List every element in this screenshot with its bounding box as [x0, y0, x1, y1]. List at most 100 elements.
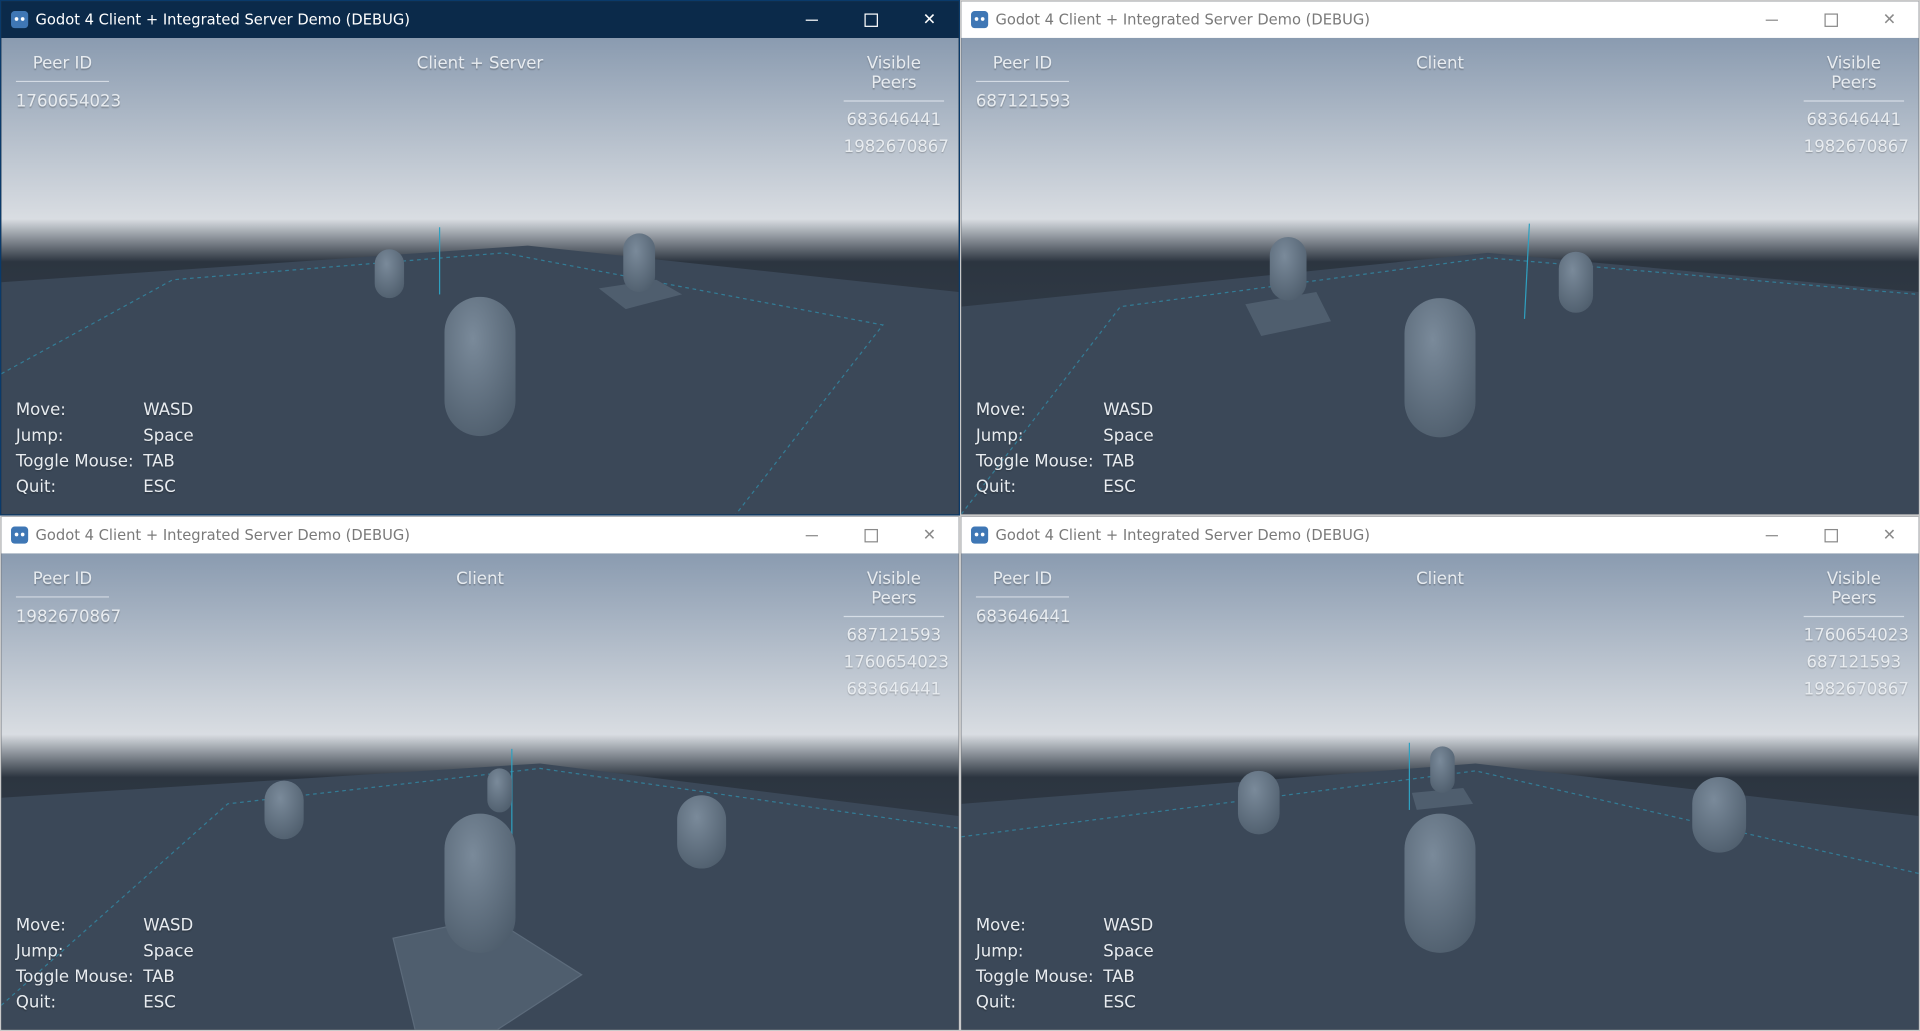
control-key: WASD [143, 399, 194, 420]
control-key: Space [1103, 425, 1154, 446]
control-key: ESC [1103, 992, 1136, 1013]
window-titlebar[interactable]: Godot 4 Client + Integrated Server Demo … [1, 516, 959, 554]
visible-peer-item: 1982670867 [1803, 679, 1909, 700]
control-key: Space [143, 941, 194, 961]
control-key: Space [1103, 941, 1154, 961]
controls-help: Move: WASD Jump: Space Toggle Mouse: TAB Qu… [976, 397, 1154, 500]
control-label: Toggle Mouse: [15, 966, 134, 987]
game-window-1[interactable]: Godot 4 Client + Integrated Server Demo … [0, 0, 960, 516]
control-key: TAB [1103, 451, 1135, 471]
game-viewport[interactable]: Peer ID 683646441 Client Visible Peers 1… [961, 553, 1919, 1030]
visible-peer-item: 1982670867 [1803, 137, 1909, 157]
minimize-button[interactable] [782, 1, 841, 38]
window-titlebar[interactable]: Godot 4 Client + Integrated Server Demo … [961, 1, 1919, 38]
control-label: Move: [15, 399, 66, 420]
control-label: Toggle Mouse: [15, 451, 134, 471]
game-window-3[interactable]: Godot 4 Client + Integrated Server Demo … [0, 515, 960, 1031]
control-key: TAB [143, 966, 175, 987]
visible-peers-panel: Visible Peers 683646441 1982670867 [843, 50, 949, 157]
control-label: Quit: [975, 992, 1017, 1013]
controls-help: Move: WASD Jump: Space Toggle Mouse: TAB Qu… [976, 912, 1154, 1015]
minimize-icon [1765, 18, 1778, 21]
window-titlebar[interactable]: Godot 4 Client + Integrated Server Demo … [961, 516, 1919, 554]
visible-peer-item: 1760654023 [843, 652, 949, 673]
game-window-2[interactable]: Godot 4 Client + Integrated Server Demo … [960, 0, 1920, 516]
minimize-icon [805, 534, 818, 536]
window-title: Godot 4 Client + Integrated Server Demo … [995, 11, 1370, 29]
maximize-icon [863, 12, 878, 27]
godot-icon [971, 11, 989, 29]
game-viewport[interactable]: Peer ID 1982670867 Client Visible Peers … [1, 553, 959, 1030]
visible-peer-item: 687121593 [846, 625, 942, 646]
visible-peer-item: 687121593 [1806, 652, 1902, 673]
minimize-icon [1765, 534, 1778, 536]
minimize-button[interactable] [782, 517, 841, 554]
peer-id-value: 1982670867 [15, 607, 122, 627]
visible-peers-panel: Visible Peers 1760654023 687121593 19826… [1803, 566, 1909, 700]
maximize-button[interactable] [841, 1, 900, 38]
godot-icon [11, 11, 29, 29]
control-label: Jump: [15, 941, 64, 961]
control-label: Jump: [975, 425, 1024, 446]
minimize-icon [805, 18, 818, 21]
mode-label: Client + Server [416, 53, 544, 74]
visible-peer-item: 683646441 [846, 110, 942, 130]
control-label: Move: [15, 915, 66, 935]
game-viewport[interactable]: Peer ID 1760654023 Client + Server Visib… [1, 37, 959, 515]
control-label: Jump: [975, 941, 1024, 961]
close-button[interactable]: ✕ [900, 1, 959, 38]
control-label: Move: [975, 399, 1026, 420]
control-label: Move: [975, 915, 1026, 935]
control-key: ESC [1103, 476, 1136, 497]
control-key: WASD [1103, 399, 1154, 420]
peer-id-value: 687121593 [975, 91, 1071, 112]
maximize-icon [1823, 12, 1838, 27]
controls-help: Move: WASD Jump: Space Toggle Mouse: TAB Qu… [16, 397, 194, 500]
close-button[interactable]: ✕ [1860, 1, 1919, 38]
maximize-icon [1823, 528, 1838, 542]
peer-id-value: 1760654023 [15, 91, 122, 112]
control-key: ESC [143, 476, 176, 497]
close-icon: ✕ [922, 525, 937, 545]
godot-icon [11, 526, 29, 544]
visible-peers-header: Visible Peers [1803, 50, 1905, 102]
game-viewport[interactable]: Peer ID 687121593 Client Visible Peers 6… [961, 37, 1919, 515]
visible-peer-item: 683646441 [1806, 110, 1902, 130]
visible-peer-item: 683646441 [846, 679, 942, 700]
visible-peers-header: Visible Peers [843, 50, 945, 102]
control-label: Toggle Mouse: [975, 966, 1094, 987]
close-button[interactable]: ✕ [900, 517, 959, 554]
peer-id-value: 683646441 [975, 607, 1071, 627]
control-key: WASD [143, 915, 194, 935]
minimize-button[interactable] [1742, 517, 1801, 554]
control-key: Space [143, 425, 194, 446]
control-label: Quit: [15, 992, 57, 1013]
visible-peer-item: 1760654023 [1803, 625, 1909, 646]
game-window-4[interactable]: Godot 4 Client + Integrated Server Demo … [960, 515, 1920, 1031]
maximize-button[interactable] [841, 517, 900, 554]
close-icon: ✕ [922, 10, 937, 29]
visible-peers-panel: Visible Peers 683646441 1982670867 [1803, 50, 1909, 157]
maximize-icon [863, 528, 878, 542]
maximize-button[interactable] [1801, 1, 1860, 38]
mode-label: Client [1416, 569, 1464, 589]
close-icon: ✕ [1882, 10, 1897, 29]
godot-icon [971, 526, 989, 544]
desktop: Godot 4 Client + Integrated Server Demo … [0, 0, 1920, 1031]
window-title: Godot 4 Client + Integrated Server Demo … [35, 11, 410, 29]
control-key: ESC [143, 992, 176, 1013]
control-key: TAB [143, 451, 175, 471]
visible-peers-header: Visible Peers [843, 566, 945, 618]
visible-peers-panel: Visible Peers 687121593 1760654023 68364… [843, 566, 949, 700]
maximize-button[interactable] [1801, 517, 1860, 554]
window-titlebar[interactable]: Godot 4 Client + Integrated Server Demo … [1, 1, 959, 38]
minimize-button[interactable] [1742, 1, 1801, 38]
control-key: TAB [1103, 966, 1135, 987]
mode-label: Client [1416, 53, 1464, 74]
controls-help: Move: WASD Jump: Space Toggle Mouse: TAB Qu… [16, 912, 194, 1015]
mode-label: Client [456, 569, 504, 589]
control-label: Quit: [975, 476, 1017, 497]
window-title: Godot 4 Client + Integrated Server Demo … [35, 526, 410, 544]
visible-peer-item: 1982670867 [843, 137, 949, 157]
close-button[interactable]: ✕ [1860, 517, 1919, 554]
